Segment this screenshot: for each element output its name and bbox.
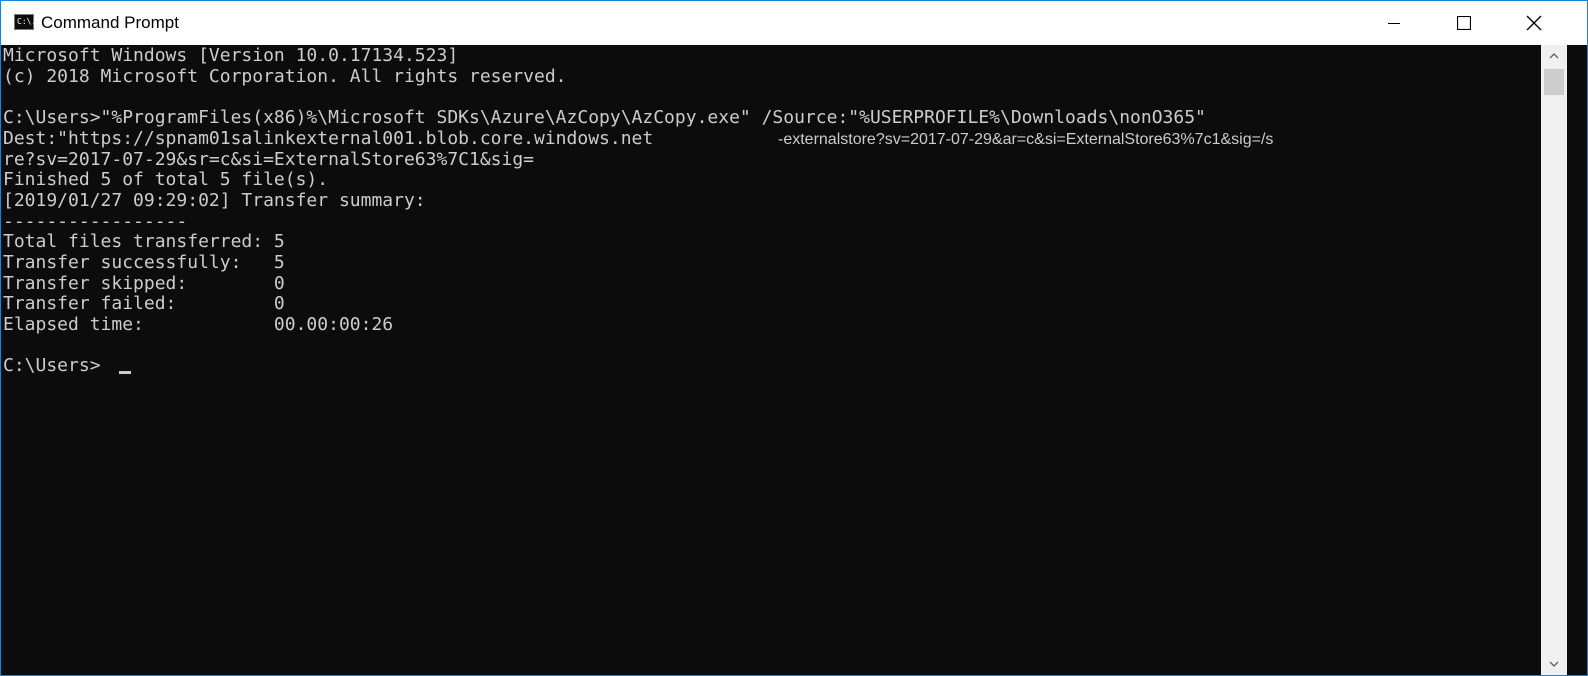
console-app-icon[interactable]: C:\. [14,14,37,30]
minimize-icon [1388,23,1400,24]
maximize-button[interactable] [1429,1,1499,45]
console-line: Total files transferred: 5 [3,231,285,252]
scrollbar-thumb[interactable] [1544,69,1564,95]
text-cursor [119,371,131,374]
scroll-down-button[interactable] [1541,653,1567,675]
console-line: Transfer failed: 0 [3,293,285,314]
window-title: Command Prompt [41,13,179,32]
close-button[interactable] [1499,1,1569,45]
vertical-scrollbar[interactable] [1541,45,1567,675]
minimize-button[interactable] [1359,1,1429,45]
console-line: Microsoft Windows [Version 10.0.17134.52… [3,45,459,66]
app-icon-glyph: C:\. [17,17,37,26]
chevron-down-icon [1549,661,1559,667]
console-line: Dest:"https://spnam01salinkexternal001.b… [3,128,654,149]
console-line: C:\Users>"%ProgramFiles(x86)%\Microsoft … [3,107,1206,128]
console-line: re?sv=2017-07-29&sr=c&si=ExternalStore63… [3,149,535,170]
command-prompt-window: C:\. Command Prompt Microsoft Windows [V… [0,0,1588,676]
console-prompt: C:\Users> [3,355,101,376]
console-line: Finished 5 of total 5 file(s). [3,169,329,190]
close-icon [1526,15,1542,31]
console-line: Transfer skipped: 0 [3,273,285,294]
pasted-text-overlay: -externalstore?sv=2017-07-29&ar=c&si=Ext… [776,129,1274,150]
chevron-up-icon [1549,53,1559,59]
console-line: Transfer successfully: 5 [3,252,285,273]
console-output[interactable]: Microsoft Windows [Version 10.0.17134.52… [1,45,1541,675]
title-bar[interactable]: C:\. Command Prompt [1,1,1587,45]
console-line: [2019/01/27 09:29:02] Transfer summary: [3,190,426,211]
console-line: Elapsed time: 00.00:00:26 [3,314,394,335]
console-line: (c) 2018 Microsoft Corporation. All righ… [3,66,567,87]
maximize-icon [1457,16,1471,30]
scroll-up-button[interactable] [1541,45,1567,67]
console-line: ----------------- [3,211,188,232]
